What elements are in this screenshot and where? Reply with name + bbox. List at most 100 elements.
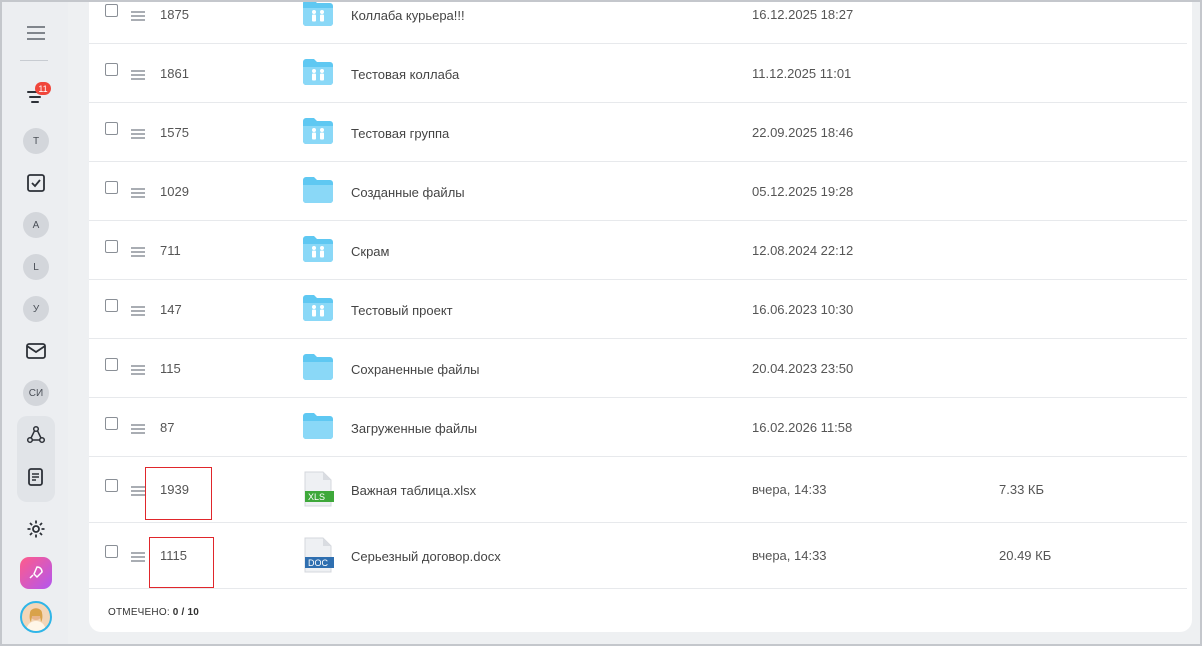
feed-button[interactable]: 11 — [19, 80, 53, 114]
xls-file-icon: XLS — [302, 471, 334, 507]
avatar: L — [23, 254, 49, 280]
avatar: У — [23, 296, 49, 322]
drag-handle-icon[interactable] — [131, 423, 145, 434]
table-row[interactable]: 1575 Тестовая группа 22.09.2025 18:46 — [89, 103, 1187, 162]
row-name[interactable]: Загруженные файлы — [351, 421, 477, 436]
rocket-button[interactable] — [19, 556, 53, 590]
row-id: 711 — [160, 242, 181, 258]
table-row[interactable]: 1115 DOC Серьезный договор.docx вчера, 14:3… — [89, 523, 1187, 589]
network-icon — [26, 425, 46, 444]
row-date: вчера, 14:33 — [752, 482, 827, 497]
drag-handle-icon[interactable] — [131, 69, 145, 80]
row-checkbox[interactable] — [105, 416, 118, 430]
chat-avatar-a[interactable]: А — [19, 208, 53, 242]
chat-avatar-u[interactable]: У — [19, 292, 53, 326]
profile-button[interactable] — [19, 600, 53, 634]
table-row[interactable]: 1029 Созданные файлы 05.12.2025 19:28 — [89, 162, 1187, 221]
group-folder-icon — [302, 294, 334, 326]
drag-handle-icon[interactable] — [131, 10, 145, 21]
row-date: 20.04.2023 23:50 — [752, 360, 854, 376]
table-row[interactable]: 147 Тестовый проект 16.06.2023 10:30 — [89, 280, 1187, 339]
row-name[interactable]: Коллаба курьера!!! — [351, 8, 465, 23]
row-id: 1029 — [160, 183, 189, 199]
chat-avatar-l[interactable]: L — [19, 250, 53, 284]
drag-handle-icon[interactable] — [131, 364, 145, 375]
row-checkbox[interactable] — [105, 479, 118, 492]
table-row[interactable]: 1875 Коллаба курьера!!! 16.12.2025 18:27 — [89, 0, 1187, 44]
rocket-icon — [20, 557, 52, 589]
highlight-box — [145, 467, 212, 520]
chat-avatar-si[interactable]: СИ — [19, 376, 53, 410]
table-row[interactable]: 1861 Тестовая коллаба 11.12.2025 11:01 — [89, 44, 1187, 103]
settings-button[interactable] — [19, 512, 53, 546]
row-name[interactable]: Сохраненные файлы — [351, 362, 480, 377]
row-date: 22.09.2025 18:46 — [752, 124, 854, 140]
row-name[interactable]: Тестовая группа — [351, 126, 449, 141]
row-id: 87 — [160, 419, 175, 435]
drag-handle-icon[interactable] — [131, 305, 145, 316]
user-avatar — [20, 601, 52, 633]
tasks-button[interactable] — [19, 166, 53, 200]
row-checkbox[interactable] — [105, 62, 118, 76]
mail-icon — [26, 343, 46, 359]
row-name[interactable]: Серьезный договор.docx — [351, 549, 501, 564]
row-checkbox[interactable] — [105, 357, 118, 371]
row-date: 16.06.2023 10:30 — [752, 301, 854, 317]
documents-button[interactable] — [19, 460, 53, 494]
table-row[interactable]: 711 Скрам 12.08.2024 22:12 — [89, 221, 1187, 280]
file-type-label: XLS — [308, 492, 326, 502]
row-checkbox[interactable] — [105, 239, 118, 253]
table-row[interactable]: 87 Загруженные файлы 16.02.2026 11:58 — [89, 398, 1187, 457]
notifications-badge: 11 — [35, 82, 51, 95]
selected-counter: ОТМЕЧЕНО: 0 / 10 — [108, 607, 199, 618]
drag-handle-icon[interactable] — [131, 486, 145, 496]
sidebar-divider — [20, 60, 48, 61]
group-folder-icon — [302, 235, 334, 267]
avatar: А — [23, 212, 49, 238]
chat-avatar-t[interactable]: Т — [19, 124, 53, 158]
row-id: 115 — [160, 360, 181, 376]
row-size: 7.33 КБ — [999, 482, 1045, 497]
row-checkbox[interactable] — [105, 121, 118, 135]
row-date: 05.12.2025 19:28 — [752, 183, 854, 199]
folder-icon — [302, 353, 334, 385]
row-id: 1875 — [160, 6, 189, 22]
tasks-icon — [27, 174, 45, 192]
drag-handle-icon[interactable] — [131, 246, 145, 257]
row-id: 1861 — [160, 65, 189, 81]
table-row[interactable]: 115 Сохраненные файлы 20.04.2023 23:50 — [89, 339, 1187, 398]
highlight-box — [149, 537, 214, 588]
row-checkbox[interactable] — [105, 3, 118, 17]
folder-icon — [302, 176, 334, 208]
drag-handle-icon[interactable] — [131, 552, 145, 562]
row-date: 12.08.2024 22:12 — [752, 242, 854, 258]
left-sidebar: 11 Т А L У СИ — [2, 2, 68, 644]
mail-button[interactable] — [19, 334, 53, 368]
row-name[interactable]: Скрам — [351, 244, 389, 259]
drag-handle-icon[interactable] — [131, 128, 145, 139]
avatar: Т — [23, 128, 49, 154]
row-checkbox[interactable] — [105, 545, 118, 558]
file-list-panel: 1875 Коллаба курьера!!! 16.12.2025 18:27 18… — [89, 0, 1192, 632]
selected-counter-label: ОТМЕЧЕНО: — [108, 607, 170, 618]
row-date: 16.12.2025 18:27 — [752, 6, 854, 22]
row-name[interactable]: Тестовый проект — [351, 303, 453, 318]
menu-icon[interactable] — [19, 16, 53, 50]
row-name[interactable]: Важная таблица.xlsx — [351, 483, 476, 498]
doc-file-icon: DOC — [302, 537, 334, 573]
document-list-icon — [28, 468, 43, 486]
avatar: СИ — [23, 380, 49, 406]
row-checkbox[interactable] — [105, 180, 118, 194]
selected-counter-value: 0 / 10 — [172, 607, 200, 618]
row-date: вчера, 14:33 — [752, 548, 827, 563]
group-folder-icon — [302, 58, 334, 90]
network-button[interactable] — [19, 418, 53, 452]
row-name[interactable]: Созданные файлы — [351, 185, 465, 200]
drag-handle-icon[interactable] — [131, 187, 145, 198]
row-name[interactable]: Тестовая коллаба — [351, 67, 459, 82]
row-size: 20.49 КБ — [999, 548, 1052, 563]
group-folder-icon — [302, 117, 334, 149]
row-checkbox[interactable] — [105, 298, 118, 312]
table-row[interactable]: 1939 XLS Важная таблица.xlsx вчера, 14:33 7.… — [89, 457, 1187, 523]
row-date: 16.02.2026 11:58 — [752, 419, 853, 435]
